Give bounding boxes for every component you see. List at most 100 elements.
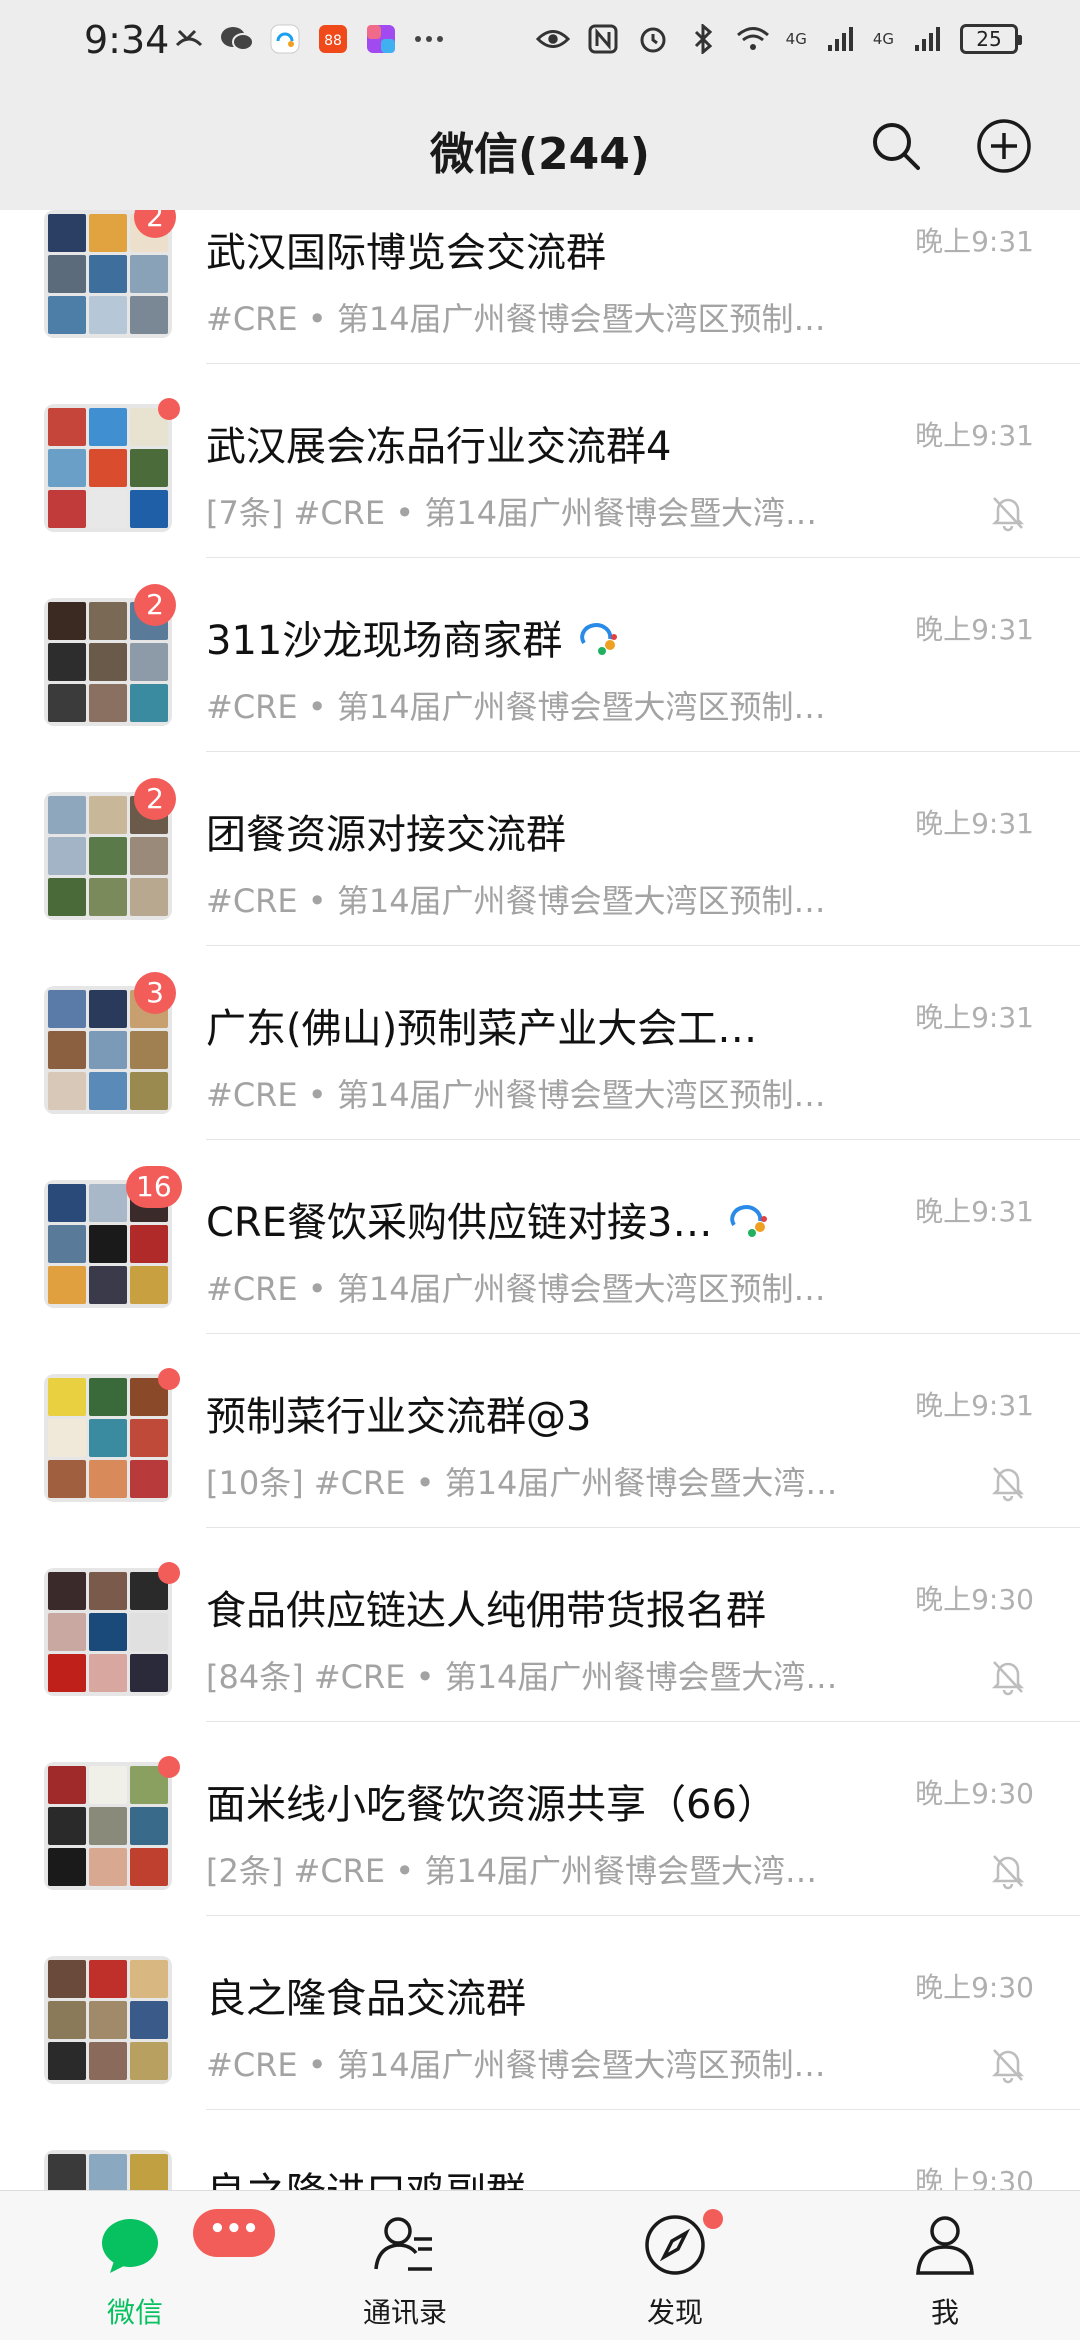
member-avatar	[48, 214, 86, 252]
muted-bell-icon	[991, 2049, 1025, 2084]
message-time: 晚上9:30	[915, 1971, 1034, 2004]
message-preview: [10条] #CRE • 第14届广州餐博会暨大湾…	[206, 1464, 838, 1502]
member-avatar	[89, 1072, 127, 1110]
member-avatar	[89, 1031, 127, 1069]
chat-name-wrap: CRE餐饮采购供应链对接3…	[206, 1190, 770, 1248]
battery-icon: 25	[960, 24, 1022, 54]
chat-row[interactable]: 2 团餐资源对接交流群 #CRE • 第14届广州餐博会暨大湾区预制… 晚上9:31	[0, 752, 1080, 946]
tab-discover[interactable]: 发现	[585, 2191, 765, 2341]
message-time: 晚上9:30	[915, 1777, 1034, 1810]
chat-name: 良之隆食品交流群	[206, 1976, 526, 2022]
chat-name: CRE餐饮采购供应链对接3…	[206, 1200, 713, 1246]
chat-row[interactable]: 良之隆进口鸡副群#CRE • 第14届广州餐博会暨大湾区预制…晚上9:30	[0, 2110, 1080, 2190]
member-avatar	[89, 1807, 127, 1845]
member-avatar	[48, 296, 86, 334]
member-avatar	[89, 490, 127, 528]
member-avatar	[89, 296, 127, 334]
member-avatar	[48, 1225, 86, 1263]
chat-name: 广东(佛山)预制菜产业大会工…	[206, 1006, 758, 1052]
member-avatar	[130, 2001, 168, 2039]
member-avatar	[48, 1378, 86, 1416]
member-avatar	[130, 1072, 168, 1110]
chat-row[interactable]: 良之隆食品交流群 #CRE • 第14届广州餐博会暨大湾区预制… 晚上9:30	[0, 1916, 1080, 2110]
chat-app-notif-icon	[268, 22, 302, 56]
compass-icon	[645, 2215, 705, 2275]
member-avatar	[130, 1654, 168, 1692]
member-avatar	[130, 2154, 168, 2190]
member-avatar	[48, 1613, 86, 1651]
message-preview: [7条] #CRE • 第14届广州餐博会暨大湾…	[206, 494, 818, 532]
member-avatar	[89, 602, 127, 640]
chat-list[interactable]: 2 武汉国际博览会交流群 #CRE • 第14届广州餐博会暨大湾区预制… 晚上9:31…	[0, 210, 1080, 2190]
member-avatar	[130, 449, 168, 487]
add-button[interactable]	[974, 116, 1034, 176]
member-avatar	[48, 1807, 86, 1845]
message-time: 晚上9:31	[915, 419, 1034, 452]
group-avatar	[44, 398, 180, 532]
member-avatar	[48, 1848, 86, 1886]
member-avatar	[89, 1184, 127, 1222]
member-avatar	[130, 255, 168, 293]
member-avatar	[130, 878, 168, 916]
member-avatar	[89, 1378, 127, 1416]
chat-name-wrap: 良之隆食品交流群	[206, 1966, 526, 2024]
tab-me[interactable]: 我	[855, 2191, 1035, 2341]
member-avatar	[48, 796, 86, 834]
group-avatar	[44, 1562, 180, 1696]
chat-name-wrap: 预制菜行业交流群@3	[206, 1384, 591, 1442]
chat-row[interactable]: 3 广东(佛山)预制菜产业大会工… #CRE • 第14届广州餐博会暨大湾区预制… 晚…	[0, 946, 1080, 1140]
tab-me-label: 我	[930, 2296, 959, 2329]
message-time: 晚上9:31	[915, 1195, 1034, 1228]
member-avatar	[89, 684, 127, 722]
chat-row[interactable]: 2 311沙龙现场商家群 #CRE • 第14届广州餐博会暨大湾区预制… 晚上9:31	[0, 558, 1080, 752]
notification-icons: 88	[172, 22, 446, 56]
member-avatar	[48, 408, 86, 446]
avatar-grid	[44, 1956, 172, 2084]
eye-icon	[535, 22, 570, 56]
member-avatar	[130, 1031, 168, 1069]
tab-contacts[interactable]: 通讯录	[315, 2191, 495, 2341]
tab-discover-label: 发现	[646, 2296, 703, 2329]
chat-row[interactable]: 2 武汉国际博览会交流群 #CRE • 第14届广州餐博会暨大湾区预制… 晚上9:31	[0, 210, 1080, 364]
unread-badge: 3	[134, 972, 176, 1014]
system-icons: 4G 4G 25	[535, 22, 1022, 56]
chat-row[interactable]: 预制菜行业交流群@3 [10条] #CRE • 第14届广州餐博会暨大湾… 晚上9:…	[0, 1334, 1080, 1528]
unread-badge: 2	[134, 584, 176, 626]
chat-name: 面米线小吃餐饮资源共享（66）	[206, 1782, 777, 1828]
member-avatar	[130, 296, 168, 334]
message-time: 晚上9:31	[915, 225, 1034, 258]
status-bar: 9:34 88 4G 4G 25	[0, 0, 1080, 86]
member-avatar	[130, 1419, 168, 1457]
member-avatar	[48, 1419, 86, 1457]
tab-chats[interactable]: ••• 微信	[45, 2191, 275, 2341]
chat-row[interactable]: 16 CRE餐饮采购供应链对接3… #CRE • 第14届广州餐博会暨大湾区预制… 晚…	[0, 1140, 1080, 1334]
member-avatar	[89, 796, 127, 834]
message-time: 晚上9:31	[915, 807, 1034, 840]
group-avatar	[44, 1756, 180, 1890]
member-avatar	[130, 1807, 168, 1845]
member-avatar	[89, 1266, 127, 1304]
network-type-1: 4G	[785, 29, 807, 48]
chat-row[interactable]: 面米线小吃餐饮资源共享（66） [2条] #CRE • 第14届广州餐博会暨大湾……	[0, 1722, 1080, 1916]
search-button[interactable]	[866, 116, 926, 176]
member-avatar	[48, 490, 86, 528]
chat-name: 311沙龙现场商家群	[206, 618, 563, 664]
avatar-grid	[44, 1568, 172, 1696]
message-time: 晚上9:31	[915, 613, 1034, 646]
chat-name: 武汉国际博览会交流群	[206, 230, 606, 276]
member-avatar	[89, 1225, 127, 1263]
member-avatar	[48, 2154, 86, 2190]
chat-row[interactable]: 食品供应链达人纯佣带货报名群 [84条] #CRE • 第14届广州餐博会暨大湾……	[0, 1528, 1080, 1722]
chat-row[interactable]: 武汉展会冻品行业交流群4 [7条] #CRE • 第14届广州餐博会暨大湾… 晚上9…	[0, 364, 1080, 558]
member-avatar	[48, 602, 86, 640]
avatar-grid	[44, 404, 172, 532]
signal-icon-2	[910, 22, 944, 56]
tab-discover-dot	[703, 2209, 723, 2229]
message-preview: #CRE • 第14届广州餐博会暨大湾区预制…	[206, 1076, 826, 1114]
enterprise-chat-icon	[730, 1205, 768, 1237]
member-avatar	[130, 837, 168, 875]
chat-name-wrap: 面米线小吃餐饮资源共享（66）	[206, 1772, 777, 1830]
wifi-icon	[736, 22, 770, 56]
shop-app-notif-icon: 88	[316, 22, 350, 56]
member-avatar	[89, 1766, 127, 1804]
